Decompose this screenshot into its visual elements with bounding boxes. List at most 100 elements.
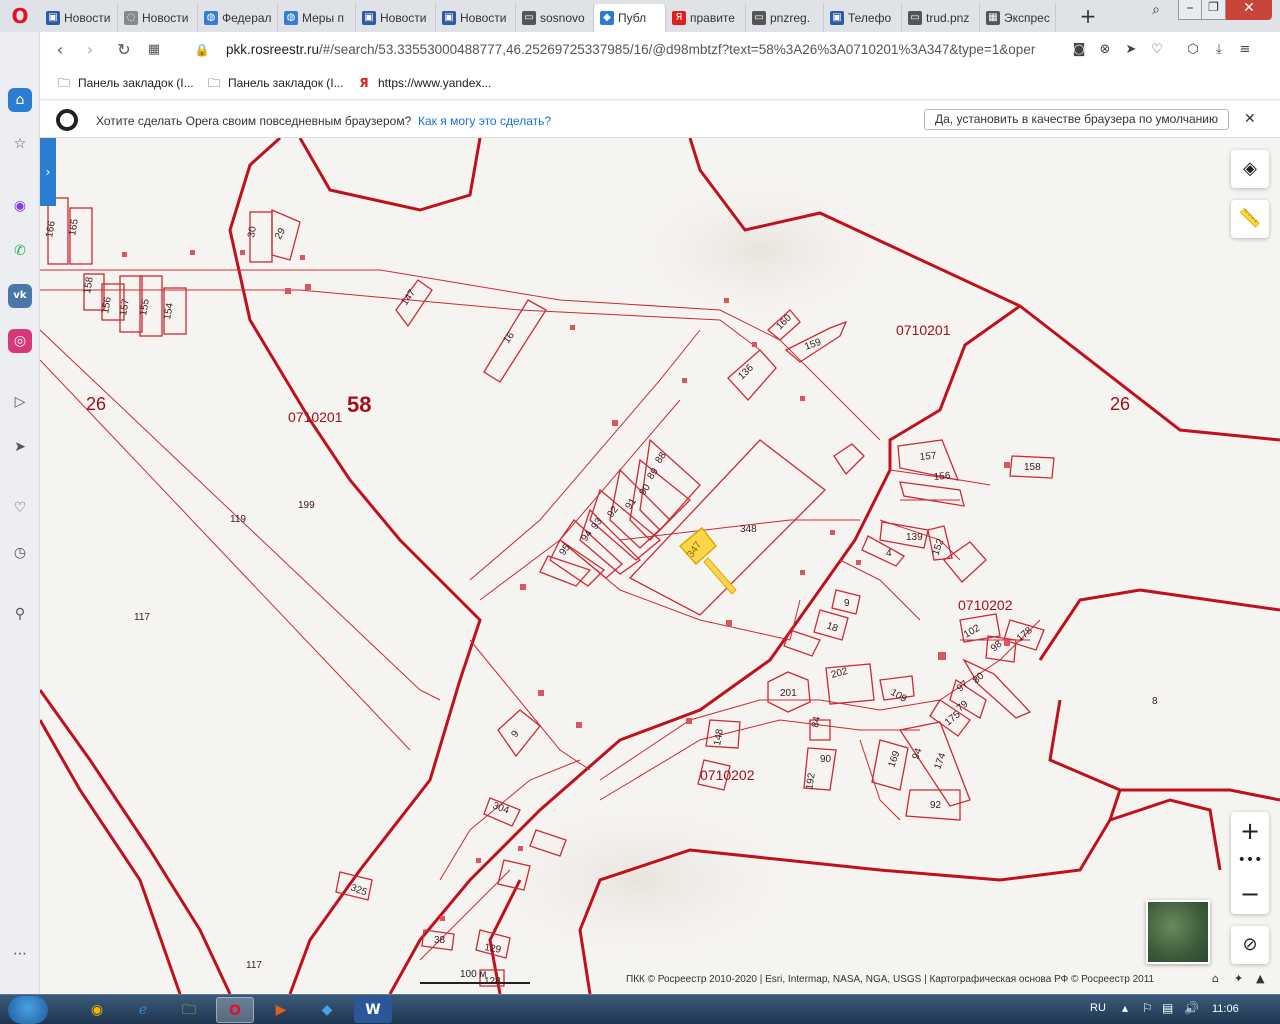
browser-window: O ▣ Новости ◌ Новости ◍ Федерал ◍ Меры п ▣ Новост…	[0, 0, 1280, 1024]
compass-button[interactable]: ⊘	[1231, 926, 1269, 964]
arrow-up-icon[interactable]: ▲	[1256, 972, 1264, 985]
tab-1[interactable]: ◌ Новости	[118, 4, 198, 32]
action-center-icon[interactable]: ⚐	[1142, 1001, 1153, 1015]
ie-taskbar-icon[interactable]: ℯ	[124, 997, 162, 1023]
more-icon[interactable]: ⋯	[8, 942, 32, 966]
tab-0[interactable]: ▣ Новости	[40, 4, 118, 32]
adblock-icon[interactable]: ⊗	[1096, 41, 1114, 59]
tab-4[interactable]: ▣ Новости	[356, 4, 436, 32]
explorer-taskbar-icon[interactable]: 🗀	[170, 997, 208, 1023]
opera-taskbar-icon[interactable]: O	[216, 997, 254, 1023]
send-icon[interactable]: ➤	[1122, 41, 1140, 59]
notification-help-link[interactable]: Как я могу это сделать?	[418, 114, 551, 128]
new-tab-button[interactable]: +	[1076, 4, 1100, 28]
download-icon[interactable]: ⤓	[1210, 41, 1228, 59]
zoom-in-button[interactable]: +	[1231, 812, 1269, 850]
tab-9[interactable]: ▭ pnzreg.	[746, 4, 824, 32]
tab-title: Новости	[460, 11, 507, 25]
bookmark-item[interactable]: Яhttps://www.yandex...	[356, 75, 491, 91]
url-host: pkk.rosreestr.ru	[226, 42, 320, 57]
folder-icon: 🗀	[207, 76, 220, 90]
tab-6[interactable]: ▭ sosnovo	[516, 4, 594, 32]
start-button[interactable]	[8, 996, 48, 1024]
zoom-more-button[interactable]: •••	[1231, 850, 1269, 876]
district-label: 26	[86, 394, 106, 414]
opera-logo-icon	[56, 109, 78, 131]
scale-bar: 100 м	[420, 969, 530, 984]
chrome-taskbar-icon[interactable]: ◉	[78, 997, 116, 1023]
send-icon[interactable]: ➤	[8, 435, 32, 459]
lightbulb-icon[interactable]: ⚲	[8, 602, 32, 626]
tab-7[interactable]: ◆ Публ	[594, 4, 666, 32]
language-indicator[interactable]: RU	[1090, 1002, 1106, 1014]
layers-button[interactable]: ◈	[1231, 150, 1269, 188]
tab-2[interactable]: ◍ Федерал	[198, 4, 278, 32]
opera-menu-button[interactable]: O	[0, 0, 40, 32]
tab-title: sosnovo	[540, 11, 585, 25]
bookmark-item[interactable]: 🗀 Панель закладок (I...	[56, 75, 194, 91]
ruler-button[interactable]: 📏	[1231, 200, 1269, 238]
map-attribution: ПКК © Росреестр 2010-2020 | Esri, Interm…	[626, 974, 1155, 985]
tab-8[interactable]: Яправите	[666, 4, 746, 32]
clock[interactable]: 11:06	[1212, 1003, 1239, 1015]
speed-dial-grid-icon[interactable]: ▦	[144, 40, 164, 60]
basemap-switcher[interactable]	[1146, 900, 1210, 964]
bookmark-item[interactable]: 🗀 Панель закладок (I...	[206, 75, 344, 91]
home-icon[interactable]: ⌂	[8, 88, 32, 112]
media-taskbar-icon[interactable]: ▶	[262, 997, 300, 1023]
app-taskbar-icon[interactable]: ◆	[308, 997, 346, 1023]
map-canvas[interactable]: 58 26 26 0710201 0710201 0710202 0710202…	[40, 138, 1280, 994]
home-icon[interactable]: ⌂	[1212, 972, 1219, 985]
vk-icon[interactable]: vk	[8, 284, 32, 308]
volume-icon[interactable]: 🔊	[1184, 1001, 1199, 1015]
history-icon[interactable]: ◷	[8, 541, 32, 565]
parcel-label: 119	[230, 514, 246, 525]
close-notification-icon[interactable]: ✕	[1244, 111, 1256, 127]
tab-5[interactable]: ▣ Новости	[436, 4, 516, 32]
news-icon: ▣	[830, 11, 844, 25]
zoom-out-button[interactable]: −	[1231, 876, 1269, 914]
word-taskbar-icon[interactable]: W	[354, 997, 392, 1023]
parcel-label: 8	[1152, 696, 1158, 707]
tray-arrow-icon[interactable]: ▴	[1122, 1001, 1128, 1015]
network-icon[interactable]: ▤	[1162, 1001, 1173, 1015]
tab-12[interactable]: ▦ Экспрес	[980, 4, 1056, 32]
whatsapp-icon[interactable]: ✆	[8, 239, 32, 263]
lock-icon[interactable]: 🔒	[192, 40, 212, 60]
page-icon: ▭	[752, 11, 766, 25]
parcel-label: 4	[886, 548, 892, 559]
parcel-label: 117	[134, 612, 150, 623]
heart-icon[interactable]: ♡	[1148, 41, 1166, 59]
star-icon[interactable]: ☆	[8, 132, 32, 156]
reload-button[interactable]: ↻	[114, 40, 134, 60]
rosreestr-icon: ◆	[600, 11, 614, 25]
url-field[interactable]: pkk.rosreestr.ru/#/search/53.33553000488…	[226, 42, 1060, 57]
tab-11[interactable]: ▭ trud.pnz	[902, 4, 980, 32]
tab-strip: O ▣ Новости ◌ Новости ◍ Федерал ◍ Меры п ▣ Новост…	[0, 0, 1280, 32]
tab-title: Федерал	[222, 11, 272, 25]
instagram-icon[interactable]: ◎	[8, 329, 32, 353]
menu-icon[interactable]: ≡	[1236, 41, 1254, 59]
forward-button[interactable]: ›	[80, 40, 100, 60]
player-icon[interactable]: ▷	[8, 390, 32, 414]
messenger-icon[interactable]: ◉	[8, 194, 32, 218]
windows-taskbar: ◉ ℯ 🗀 O ▶ ◆ W RU ▴ ⚐ ▤ 🔊 11:06	[0, 994, 1280, 1024]
parcel-label: 348	[740, 524, 757, 535]
back-button[interactable]: ‹	[50, 40, 70, 60]
close-window-button[interactable]: ✕	[1226, 0, 1272, 20]
parcel-label: 156	[933, 471, 951, 483]
camera-icon[interactable]: ◙	[1070, 41, 1088, 59]
tab-3[interactable]: ◍ Меры п	[278, 4, 356, 32]
heart-icon[interactable]: ♡	[8, 496, 32, 520]
set-default-browser-button[interactable]: Да, установить в качестве браузера по ум…	[924, 109, 1229, 130]
box-icon[interactable]: ⬡	[1184, 41, 1202, 59]
cadastral-map[interactable]: 58 26 26 0710201 0710201 0710202 0710202…	[40, 138, 1280, 994]
locate-icon[interactable]: ✦	[1234, 972, 1243, 985]
minimize-button[interactable]: –	[1178, 0, 1202, 20]
maximize-button[interactable]: ❐	[1202, 0, 1226, 20]
tab-10[interactable]: ▣ Телефо	[824, 4, 902, 32]
tab-title: pnzreg.	[770, 11, 811, 25]
parcel-label: 38	[434, 935, 446, 946]
side-panel-toggle[interactable]: ›	[40, 138, 56, 206]
tab-search-icon[interactable]: ⌕	[1146, 2, 1166, 22]
